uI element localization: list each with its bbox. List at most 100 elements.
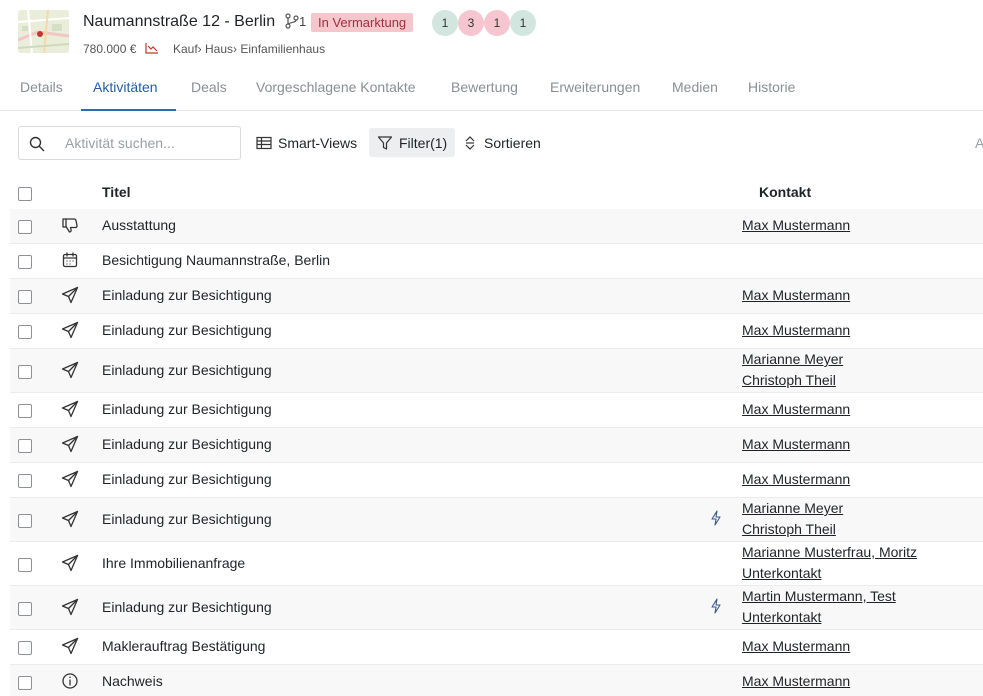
row-checkbox[interactable] <box>18 557 32 572</box>
contact-link[interactable]: Unterkontakt <box>742 607 896 628</box>
contact-cell: Marianne Meyer Christoph Theil <box>742 498 843 540</box>
smart-views-button[interactable]: Smart-Views <box>256 128 357 157</box>
activity-search-input[interactable] <box>65 133 235 153</box>
truncated-toolbar-item[interactable]: A <box>975 135 983 151</box>
contact-link[interactable]: Christoph Theil <box>742 370 843 391</box>
activity-title[interactable]: Besichtigung Naumannstraße, Berlin <box>102 252 330 268</box>
contact-link[interactable]: Max Mustermann <box>742 434 850 455</box>
active-tab-indicator <box>81 109 176 111</box>
contact-link[interactable]: Max Mustermann <box>742 399 850 420</box>
contact-link[interactable]: Max Mustermann <box>742 320 850 341</box>
tab-bewertung[interactable]: Bewertung <box>451 79 518 95</box>
activity-title[interactable]: Maklerauftrag Bestätigung <box>102 638 265 654</box>
row-checkbox[interactable] <box>18 220 32 234</box>
tab-erweiterungen[interactable]: Erweiterungen <box>550 79 640 95</box>
send-icon <box>61 286 79 304</box>
table-row[interactable]: Nachweis Max Mustermann <box>10 665 983 696</box>
contact-cell: Max Mustermann <box>742 399 850 420</box>
table-row[interactable]: Einladung zur Besichtigung Max Mustermann <box>10 463 983 497</box>
tab-details[interactable]: Details <box>20 79 63 95</box>
row-checkbox[interactable] <box>18 601 32 616</box>
row-checkbox[interactable] <box>18 290 32 304</box>
table-row[interactable]: Ihre Immobilienanfrage Marianne Musterfra… <box>10 542 983 585</box>
table-row[interactable]: Maklerauftrag Bestätigung Max Mustermann <box>10 630 983 664</box>
activity-title[interactable]: Einladung zur Besichtigung <box>102 362 272 378</box>
info-icon <box>61 672 79 690</box>
branch-indicator[interactable]: 1 <box>285 13 306 29</box>
contact-link[interactable]: Martin Mustermann, Test <box>742 586 896 607</box>
tab-aktivitaeten[interactable]: Aktivitäten <box>93 79 158 95</box>
activity-title[interactable]: Ihre Immobilienanfrage <box>102 555 245 571</box>
activity-title[interactable]: Einladung zur Besichtigung <box>102 436 272 452</box>
send-icon <box>61 435 79 453</box>
activity-title[interactable]: Einladung zur Besichtigung <box>102 401 272 417</box>
table-row[interactable]: Einladung zur Besichtigung Max Mustermann <box>10 314 983 348</box>
contact-link[interactable]: Max Mustermann <box>742 671 850 692</box>
column-header-contact[interactable]: Kontakt <box>759 184 811 200</box>
table-header: Titel Kontakt <box>0 176 983 208</box>
row-checkbox[interactable] <box>18 364 32 379</box>
contact-link[interactable]: Marianne Musterfrau, Moritz <box>742 542 917 563</box>
send-icon <box>61 554 79 572</box>
contact-cell: Max Mustermann <box>742 285 850 306</box>
contact-link[interactable]: Marianne Meyer <box>742 349 843 370</box>
row-checkbox[interactable] <box>18 404 32 418</box>
counter-badge[interactable]: 1 <box>510 10 536 36</box>
property-map-thumbnail[interactable] <box>18 10 69 53</box>
contact-link[interactable]: Max Mustermann <box>742 285 850 306</box>
activity-search <box>18 126 241 160</box>
table-row[interactable]: Einladung zur Besichtigung Max Mustermann <box>10 393 983 427</box>
send-icon <box>61 361 79 379</box>
sort-button[interactable]: Sortieren <box>462 128 541 157</box>
table-row[interactable]: Einladung zur Besichtigung Marianne Meyer… <box>10 498 983 541</box>
contact-link[interactable]: Christoph Theil <box>742 519 843 540</box>
sort-icon <box>465 135 475 150</box>
contact-link[interactable]: Marianne Meyer <box>742 498 843 519</box>
activity-title[interactable]: Einladung zur Besichtigung <box>102 287 272 303</box>
row-checkbox[interactable] <box>18 676 32 690</box>
row-checkbox[interactable] <box>18 439 32 453</box>
table-row[interactable]: Einladung zur Besichtigung Max Mustermann <box>10 279 983 313</box>
contact-link[interactable]: Unterkontakt <box>742 563 917 584</box>
row-checkbox[interactable] <box>18 513 32 528</box>
column-header-title[interactable]: Titel <box>102 184 131 200</box>
table-row[interactable]: Einladung zur Besichtigung Martin Musterm… <box>10 586 983 629</box>
tab-bar: Details Aktivitäten Deals Vorgeschlagene… <box>0 66 983 111</box>
row-checkbox[interactable] <box>18 255 32 269</box>
contact-link[interactable]: Max Mustermann <box>742 215 850 236</box>
row-checkbox[interactable] <box>18 325 32 339</box>
contact-link[interactable]: Max Mustermann <box>742 636 850 657</box>
row-checkbox[interactable] <box>18 474 32 488</box>
lightning-icon <box>710 597 722 614</box>
activity-title[interactable]: Einladung zur Besichtigung <box>102 511 272 527</box>
contact-cell: Max Mustermann <box>742 671 850 692</box>
contact-link[interactable]: Max Mustermann <box>742 469 850 490</box>
select-all-checkbox[interactable] <box>18 187 32 201</box>
counter-badge[interactable]: 1 <box>484 10 510 36</box>
filter-button[interactable]: Filter(1) <box>369 128 456 157</box>
property-breadcrumb: Kauf› Haus› Einfamilienhaus <box>173 42 326 56</box>
activity-table-body: Ausstattung Max Mustermann Besichtigung Na… <box>10 209 983 696</box>
table-row[interactable]: Besichtigung Naumannstraße, Berlin <box>10 244 983 278</box>
property-header: Naumannstraße 12 - Berlin 1 In Vermarktu… <box>0 0 983 66</box>
activity-title[interactable]: Nachweis <box>102 673 163 689</box>
counter-badge[interactable]: 3 <box>458 10 484 36</box>
table-row[interactable]: Ausstattung Max Mustermann <box>10 209 983 243</box>
activity-title[interactable]: Ausstattung <box>102 217 176 233</box>
property-title: Naumannstraße 12 - Berlin <box>83 13 276 30</box>
activity-title[interactable]: Einladung zur Besichtigung <box>102 471 272 487</box>
smart-views-label: Smart-Views <box>278 134 358 151</box>
calendar-icon <box>61 251 79 269</box>
row-checkbox[interactable] <box>18 641 32 655</box>
counter-badge[interactable]: 1 <box>432 10 458 36</box>
activity-title[interactable]: Einladung zur Besichtigung <box>102 322 272 338</box>
table-row[interactable]: Einladung zur Besichtigung Marianne Meyer… <box>10 349 983 392</box>
tab-medien[interactable]: Medien <box>672 79 718 95</box>
git-branch-icon <box>285 13 299 29</box>
tab-deals[interactable]: Deals <box>191 79 227 95</box>
property-price: 780.000 € <box>83 42 137 56</box>
tab-vorgeschlagene-kontakte[interactable]: Vorgeschlagene Kontakte <box>256 79 416 95</box>
tab-historie[interactable]: Historie <box>748 79 795 95</box>
activity-title[interactable]: Einladung zur Besichtigung <box>102 599 272 615</box>
table-row[interactable]: Einladung zur Besichtigung Max Mustermann <box>10 428 983 462</box>
